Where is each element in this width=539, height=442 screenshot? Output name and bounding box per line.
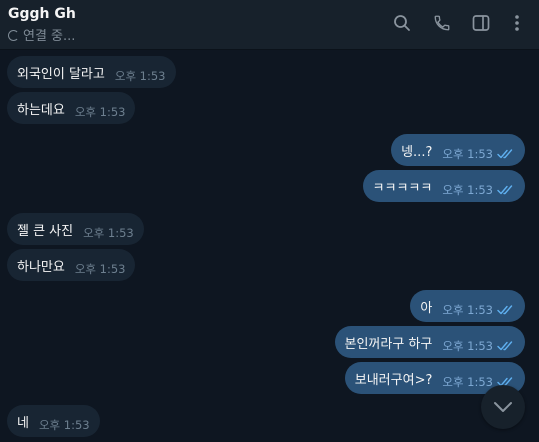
message-time: 오후 1:53 [83,225,134,240]
message-time: 오후 1:53 [442,146,493,161]
message-bubble-incoming[interactable]: 젤 큰 사진 오후 1:53 [7,213,144,245]
double-check-icon [497,340,513,350]
message-bubble-incoming[interactable]: 네 오후 1:53 [7,405,100,437]
scroll-down-icon [494,402,512,412]
scroll-down-button[interactable] [481,385,525,429]
message-time: 오후 1:53 [114,68,166,83]
double-check-icon [497,148,513,158]
connection-status: 연결 중... [8,25,75,44]
message-text: ㅋㅋㅋㅋㅋ [372,180,433,196]
message-text: 네 [17,415,29,431]
message-time: 오후 1:53 [442,374,493,389]
double-check-icon [497,304,513,314]
message-time: 오후 1:53 [442,182,493,197]
message-bubble-outgoing[interactable]: 아 오후 1:53 [410,290,525,322]
message-text: 하나만요 [17,259,65,275]
message-list[interactable]: 외국인이 달라고 오후 1:53 하는데요 오후 1:53 넹...? 오후 1:53… [0,50,539,442]
loading-icon [8,30,19,41]
sidebar-toggle-icon[interactable] [470,12,492,34]
message-bubble-incoming[interactable]: 외국인이 달라고 오후 1:53 [7,56,176,88]
message-bubble-outgoing[interactable]: 본인꺼라구 하구 오후 1:53 [334,326,525,358]
message-bubble-incoming[interactable]: 하는데요 오후 1:53 [7,92,136,124]
message-time: 오후 1:53 [442,338,493,353]
message-time: 오후 1:53 [442,302,493,317]
message-text: 아 [420,300,433,316]
message-text: 본인꺼라구 하구 [344,336,433,352]
message-text: 보내러구여>? [354,372,433,388]
message-bubble-outgoing[interactable]: 넹...? 오후 1:53 [391,134,525,166]
double-check-icon [497,184,513,194]
message-bubble-outgoing[interactable]: ㅋㅋㅋㅋㅋ 오후 1:53 [362,170,525,202]
message-time: 오후 1:53 [74,261,126,276]
message-text: 젤 큰 사진 [17,223,74,239]
phone-icon[interactable] [431,12,453,34]
message-time: 오후 1:53 [38,417,90,432]
message-text: 외국인이 달라고 [17,66,105,82]
chat-title[interactable]: Gggh Gh [8,6,76,22]
message-text: 하는데요 [17,102,65,118]
more-vertical-icon[interactable] [506,12,528,34]
message-time: 오후 1:53 [74,104,126,119]
message-bubble-incoming[interactable]: 하나만요 오후 1:53 [7,249,136,281]
message-text: 넹...? [401,144,433,160]
chat-header: Gggh Gh 연결 중... [0,0,539,50]
search-icon[interactable] [391,12,413,34]
